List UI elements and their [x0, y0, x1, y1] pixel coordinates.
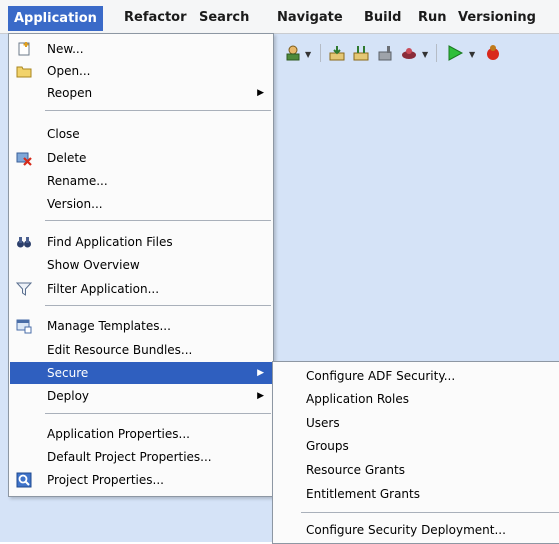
- menubar-search[interactable]: Search: [195, 8, 253, 28]
- dropdown-arrow-icon[interactable]: ▼: [469, 50, 475, 59]
- dropdown-arrow-icon[interactable]: ▼: [422, 50, 428, 59]
- menu-item-deploy[interactable]: Deploy ▶: [10, 385, 272, 407]
- toolbar-separator: [320, 44, 321, 62]
- run-icon[interactable]: [446, 44, 464, 62]
- menu-item-project-properties[interactable]: Project Properties...: [10, 469, 272, 491]
- secure-submenu: Configure ADF Security... Application Ro…: [272, 361, 559, 544]
- menu-separator: [45, 413, 271, 414]
- debug-build-icon[interactable]: [400, 44, 418, 62]
- chevron-right-icon: ▶: [257, 391, 264, 401]
- menubar-build[interactable]: Build: [360, 8, 405, 28]
- chevron-right-icon: ▶: [257, 368, 264, 378]
- menu-separator: [45, 220, 271, 221]
- menu-item-close[interactable]: Close: [10, 123, 272, 145]
- menu-item-application-properties[interactable]: Application Properties...: [10, 423, 272, 445]
- menu-item-filter-application[interactable]: Filter Application...: [10, 278, 272, 300]
- submenu-item-configure-security-deployment[interactable]: Configure Security Deployment...: [273, 519, 559, 541]
- submenu-item-groups[interactable]: Groups: [273, 435, 559, 457]
- menu-item-manage-templates[interactable]: Manage Templates...: [10, 315, 272, 337]
- menu-separator: [45, 305, 271, 306]
- menu-item-version[interactable]: Version...: [10, 193, 272, 215]
- submenu-item-application-roles[interactable]: Application Roles: [273, 388, 559, 410]
- binoculars-icon: [17, 237, 31, 248]
- templates-icon: [16, 319, 32, 334]
- menubar-refactor[interactable]: Refactor: [120, 8, 191, 28]
- submenu-item-resource-grants[interactable]: Resource Grants: [273, 459, 559, 481]
- menu-item-delete[interactable]: Delete: [10, 147, 272, 169]
- menu-item-rename[interactable]: Rename...: [10, 170, 272, 192]
- debug-icon[interactable]: [484, 44, 502, 62]
- chevron-right-icon: ▶: [257, 88, 264, 98]
- menu-item-new[interactable]: New...: [10, 38, 272, 60]
- submenu-item-configure-adf-security[interactable]: Configure ADF Security...: [273, 365, 559, 387]
- menubar-application[interactable]: Application: [8, 6, 103, 31]
- menubar-run[interactable]: Run: [414, 8, 451, 28]
- menu-item-show-overview[interactable]: Show Overview: [10, 254, 272, 276]
- clean-icon[interactable]: [376, 44, 394, 62]
- application-menu: New... Open... Reopen ▶ Close Delete Ren…: [8, 33, 274, 497]
- submenu-item-users[interactable]: Users: [273, 412, 559, 434]
- menu-item-edit-resource-bundles[interactable]: Edit Resource Bundles...: [10, 339, 272, 361]
- menu-item-find-application-files[interactable]: Find Application Files: [10, 231, 272, 253]
- make-icon[interactable]: [328, 44, 346, 62]
- menu-item-default-project-properties[interactable]: Default Project Properties...: [10, 446, 272, 468]
- rebuild-icon[interactable]: [352, 44, 370, 62]
- menubar-navigate[interactable]: Navigate: [273, 8, 347, 28]
- toolbar-separator: [436, 44, 437, 62]
- submenu-item-entitlement-grants[interactable]: Entitlement Grants: [273, 483, 559, 505]
- menu-separator: [45, 110, 271, 111]
- menu-item-reopen[interactable]: Reopen ▶: [10, 82, 272, 104]
- menu-item-open[interactable]: Open...: [10, 60, 272, 82]
- sql-worksheet-icon[interactable]: [284, 44, 302, 62]
- folder-open-icon: [16, 66, 32, 78]
- project-properties-icon: [16, 472, 32, 488]
- menu-separator: [301, 512, 559, 513]
- menubar-versioning[interactable]: Versioning: [454, 8, 540, 28]
- menu-bar: Application Refactor Search Navigate Bui…: [0, 0, 559, 34]
- filter-funnel-icon: [16, 282, 32, 296]
- dropdown-arrow-icon[interactable]: ▼: [305, 50, 311, 59]
- menu-item-secure[interactable]: Secure ▶: [10, 362, 272, 384]
- new-file-icon: [18, 42, 30, 56]
- delete-icon: [16, 152, 32, 166]
